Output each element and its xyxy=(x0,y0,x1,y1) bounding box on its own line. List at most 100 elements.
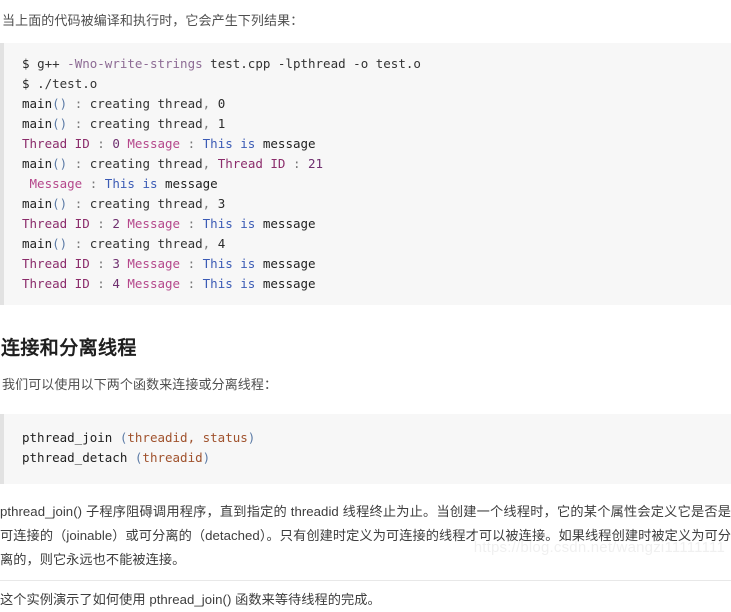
code-token: message xyxy=(157,176,218,191)
code-token: 4 xyxy=(112,276,120,291)
code-token: $ xyxy=(22,56,38,71)
code-token: -o test.o xyxy=(345,56,421,71)
code-token: Message xyxy=(127,136,181,151)
code-token: 0 xyxy=(210,96,226,111)
code-token: pthread_join xyxy=(22,430,113,445)
code-token: message xyxy=(255,216,316,231)
code-token: : xyxy=(89,216,113,231)
code-token: This xyxy=(202,216,233,231)
code-token: Message xyxy=(127,216,181,231)
bottom-divider xyxy=(0,580,731,581)
code-token: Message xyxy=(127,256,181,271)
code-token: : xyxy=(82,176,105,191)
code-token: is xyxy=(240,276,256,291)
code-token: Thread ID xyxy=(22,256,90,271)
code-token: () xyxy=(52,116,68,131)
code-token: Thread ID xyxy=(22,216,90,231)
code-token: main xyxy=(22,236,53,251)
code-token: This xyxy=(202,276,233,291)
code-token: g++ xyxy=(37,56,68,71)
code-line-thread-3: Thread ID : 3 Message : This is message xyxy=(22,254,731,274)
code-token: () xyxy=(52,96,68,111)
code-token: ./test.o xyxy=(37,76,98,91)
code-token: message xyxy=(255,136,316,151)
code-token: This xyxy=(202,256,233,271)
code-line-thread-0: Thread ID : 0 Message : This is message xyxy=(22,134,731,154)
code-token: test.cpp xyxy=(202,56,278,71)
code-line-message-only: Message : This is message xyxy=(22,174,731,194)
code-token: : xyxy=(89,256,113,271)
code-token: ) xyxy=(202,450,211,465)
code-token: Thread ID xyxy=(22,136,90,151)
code-token: : xyxy=(89,136,113,151)
code-token: This xyxy=(104,176,135,191)
program-output-code-block: $ g++ -Wno-write-strings test.cpp -lpthr… xyxy=(0,43,731,305)
code-token: is xyxy=(142,176,158,191)
code-line-main-1: main() : creating thread, 1 xyxy=(22,114,731,134)
code-token: pthread_detach xyxy=(22,450,128,465)
code-token: 1 xyxy=(210,116,226,131)
code-token: 4 xyxy=(210,236,226,251)
code-token: Thread ID xyxy=(217,156,286,171)
body-paragraph-2: 这个实例演示了如何使用 pthread_join() 函数来等待线程的完成。 xyxy=(0,592,381,607)
code-token: : xyxy=(180,136,203,151)
code-line-compile: $ g++ -Wno-write-strings test.cpp -lpthr… xyxy=(22,54,731,74)
code-token: -lpthread xyxy=(277,56,346,71)
code-token: creating thread xyxy=(82,196,203,211)
code-token: creating thread xyxy=(82,236,203,251)
code-token: : xyxy=(285,156,309,171)
code-token: main xyxy=(22,196,53,211)
code-token: 3 xyxy=(112,256,120,271)
pthread-api-code-block: pthread_join (threadid, status) pthread_d… xyxy=(0,414,731,484)
code-token: is xyxy=(240,136,256,151)
code-line-main-3: main() : creating thread, 3 xyxy=(22,194,731,214)
code-token: main xyxy=(22,96,53,111)
code-token: -Wno-write-strings xyxy=(67,56,203,71)
code-token: 21 xyxy=(308,156,324,171)
code-token: : xyxy=(180,256,203,271)
code-token: threadid, status xyxy=(127,430,248,445)
code-token: message xyxy=(255,276,316,291)
code-line-thread-2: Thread ID : 2 Message : This is message xyxy=(22,214,731,234)
code-line-pthread-detach: pthread_detach (threadid) xyxy=(22,448,731,468)
code-token: creating thread xyxy=(82,96,203,111)
body-paragraph-1: pthread_join() 子程序阻碍调用程序，直到指定的 threadid … xyxy=(0,504,731,567)
code-line-pthread-join: pthread_join (threadid, status) xyxy=(22,428,731,448)
code-token: Message xyxy=(29,176,83,191)
code-token: ) xyxy=(247,430,256,445)
code-line-run: $ ./test.o xyxy=(22,74,731,94)
section-heading: 连接和分离线程 xyxy=(1,338,137,359)
code-line-main-4: main() : creating thread, 4 xyxy=(22,234,731,254)
code-token: $ xyxy=(22,76,38,91)
code-token: creating thread xyxy=(82,156,203,171)
code-token: () xyxy=(52,156,68,171)
code-token: : xyxy=(180,216,203,231)
code-line-main-thread-21: main() : creating thread, Thread ID : 21 xyxy=(22,154,731,174)
code-token: main xyxy=(22,156,53,171)
code-token: 0 xyxy=(112,136,120,151)
code-token: : xyxy=(180,276,203,291)
code-token: 2 xyxy=(112,216,120,231)
code-token: This xyxy=(202,136,233,151)
code-token: () xyxy=(52,196,68,211)
code-token: main xyxy=(22,116,53,131)
code-token: threadid xyxy=(142,450,203,465)
code-token: : xyxy=(89,276,113,291)
code-token: is xyxy=(240,256,256,271)
intro-paragraph: 当上面的代码被编译和执行时，它会产生下列结果： xyxy=(2,13,304,28)
code-token: 3 xyxy=(210,196,226,211)
code-token: Message xyxy=(127,276,181,291)
code-token: creating thread xyxy=(82,116,203,131)
code-token: () xyxy=(52,236,68,251)
code-token: is xyxy=(240,216,256,231)
code-line-thread-4: Thread ID : 4 Message : This is message xyxy=(22,274,731,294)
code-line-main-0: main() : creating thread, 0 xyxy=(22,94,731,114)
